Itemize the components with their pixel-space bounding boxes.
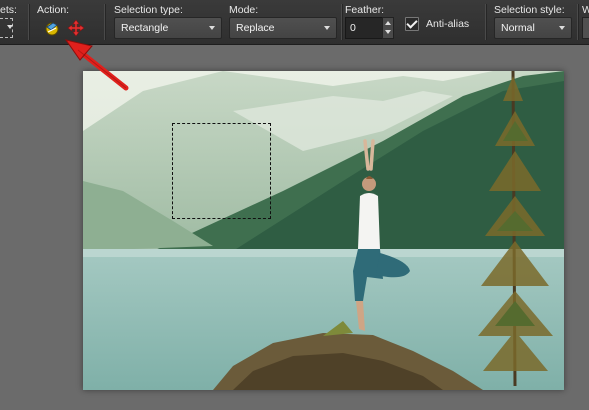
selection-style-group: Selection style: Normal bbox=[494, 0, 574, 44]
presets-label: ets: bbox=[0, 4, 17, 16]
magic-selection-icon[interactable] bbox=[43, 19, 61, 37]
antialias-checkbox[interactable] bbox=[405, 17, 419, 31]
mode-label: Mode: bbox=[229, 4, 259, 16]
tool-options-bar: ets: Action: Selection type: Rectangle M… bbox=[0, 0, 589, 45]
feather-spinner[interactable] bbox=[382, 17, 394, 39]
action-group: Action: bbox=[37, 0, 102, 44]
cut-off-label: W bbox=[582, 4, 589, 16]
selection-type-dropdown[interactable]: Rectangle bbox=[114, 17, 222, 39]
feather-input[interactable]: 0 bbox=[345, 17, 383, 39]
toolbar-divider bbox=[28, 4, 30, 40]
antialias-label: Anti-alias bbox=[426, 18, 470, 30]
chevron-down-icon bbox=[209, 26, 215, 30]
image-canvas[interactable] bbox=[83, 71, 564, 390]
action-label: Action: bbox=[37, 4, 70, 16]
toolbar-divider bbox=[104, 4, 106, 40]
toolbar-divider bbox=[485, 4, 487, 40]
antialias-group: Anti-alias bbox=[405, 0, 485, 44]
feather-value: 0 bbox=[350, 22, 356, 34]
selection-type-group: Selection type: Rectangle bbox=[114, 0, 224, 44]
spin-down-icon[interactable] bbox=[385, 30, 391, 34]
feather-group: Feather: 0 bbox=[345, 0, 405, 44]
spin-up-icon[interactable] bbox=[385, 21, 391, 25]
selection-type-label: Selection type: bbox=[114, 4, 183, 16]
mode-value: Replace bbox=[236, 22, 275, 34]
chevron-down-icon bbox=[324, 26, 330, 30]
marquee-selection[interactable] bbox=[172, 123, 271, 219]
selection-style-value: Normal bbox=[501, 22, 535, 34]
selection-type-value: Rectangle bbox=[121, 22, 169, 34]
presets-dropdown-arrow-icon[interactable] bbox=[7, 25, 13, 29]
yoga-photo bbox=[83, 71, 564, 390]
chevron-down-icon bbox=[559, 26, 565, 30]
mode-group: Mode: Replace bbox=[229, 0, 339, 44]
presets-group: ets: bbox=[0, 0, 30, 44]
add-selection-icon[interactable] bbox=[67, 19, 85, 37]
toolbar-divider bbox=[341, 4, 343, 40]
selection-style-label: Selection style: bbox=[494, 4, 565, 16]
cut-off-field[interactable] bbox=[582, 17, 589, 39]
mode-dropdown[interactable]: Replace bbox=[229, 17, 337, 39]
selection-style-dropdown[interactable]: Normal bbox=[494, 17, 572, 39]
feather-label: Feather: bbox=[345, 4, 385, 16]
toolbar-divider bbox=[577, 4, 579, 40]
